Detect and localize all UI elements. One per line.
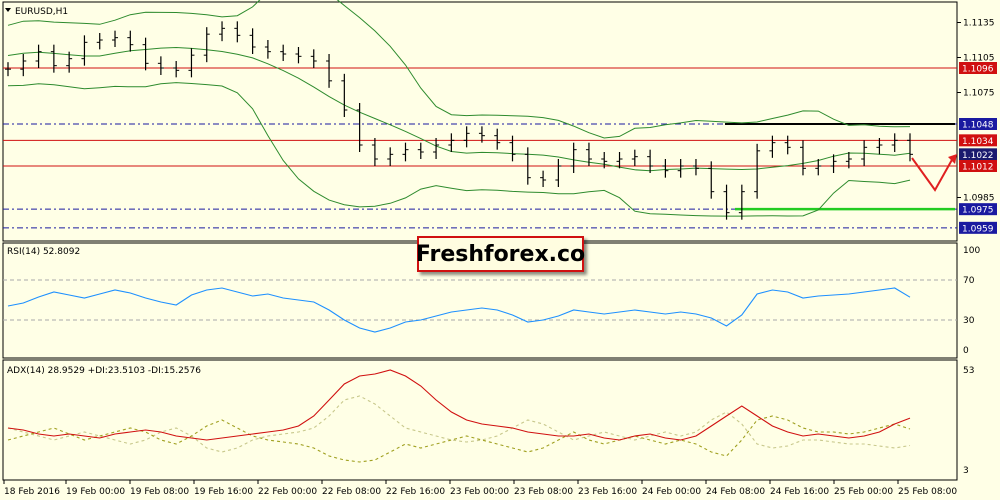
time-tick-label: 18 Feb 2016 <box>4 487 60 497</box>
time-tick-label: 25 Feb 00:00 <box>834 487 893 497</box>
adx-label: ADX(14) 28.9529 +DI:23.5103 -DI:15.2576 <box>7 366 201 376</box>
rsi-tick-label: 70 <box>963 276 975 286</box>
rsi-tick-label: 0 <box>963 346 969 356</box>
time-tick-label: 24 Feb 08:00 <box>706 487 765 497</box>
time-tick-label: 23 Feb 08:00 <box>514 487 573 497</box>
time-tick-label: 24 Feb 00:00 <box>642 487 701 497</box>
time-tick-label: 24 Feb 16:00 <box>770 487 829 497</box>
price-tick-label: 1.0985 <box>963 194 995 204</box>
level-label: 1.1012 <box>962 163 994 173</box>
rsi-tick-label: 100 <box>963 246 980 256</box>
time-tick-label: 19 Feb 08:00 <box>130 487 189 497</box>
adx-tick-label: 53 <box>963 366 974 376</box>
time-tick-label: 22 Feb 16:00 <box>386 487 445 497</box>
level-label: 1.1096 <box>962 65 994 75</box>
adx-panel <box>2 359 958 481</box>
time-tick-label: 23 Feb 16:00 <box>578 487 637 497</box>
time-tick-label: 19 Feb 16:00 <box>194 487 253 497</box>
time-tick-label: 25 Feb 08:00 <box>898 487 957 497</box>
rsi-label: RSI(14) 52.8092 <box>7 247 80 257</box>
symbol-label: EURUSD,H1 <box>15 7 68 17</box>
price-tick-label: 1.1135 <box>963 19 995 29</box>
brand-watermark: Freshforex.co <box>415 236 586 272</box>
level-label: 1.0959 <box>962 224 994 234</box>
rsi-tick-label: 30 <box>963 316 975 326</box>
price-tick-label: 1.1075 <box>963 89 995 99</box>
time-tick-label: 22 Feb 00:00 <box>258 487 317 497</box>
time-tick-label: 23 Feb 00:00 <box>450 487 509 497</box>
level-label: 1.1048 <box>962 121 994 131</box>
brand-text: Freshforex.co <box>415 241 586 267</box>
adx-tick-label: 3 <box>963 466 969 476</box>
level-label: 1.0975 <box>962 206 994 216</box>
level-label: 1.1022 <box>962 151 994 161</box>
time-tick-label: 19 Feb 00:00 <box>66 487 125 497</box>
level-label: 1.1034 <box>962 137 994 147</box>
time-tick-label: 22 Feb 08:00 <box>322 487 381 497</box>
